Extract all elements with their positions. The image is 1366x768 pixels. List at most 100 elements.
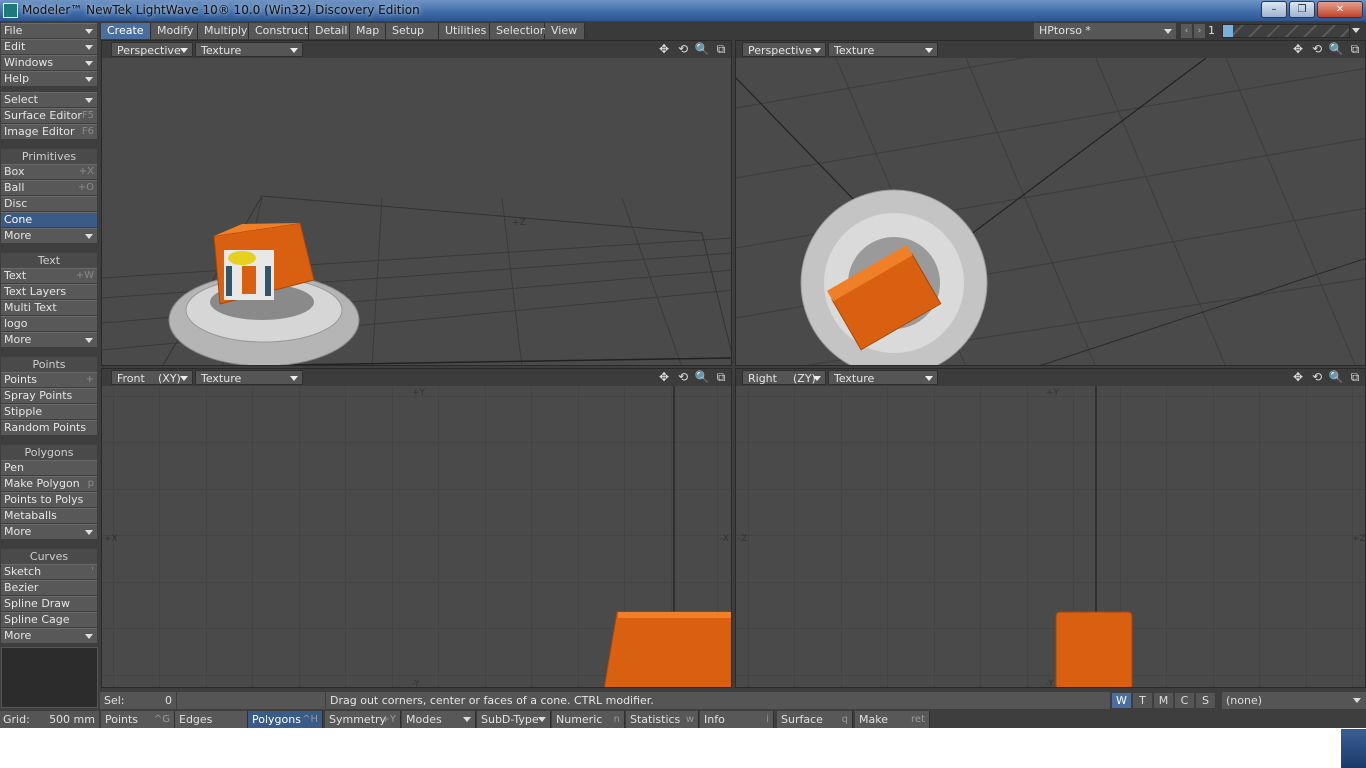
make-polygon-button[interactable]: Make Polygon p: [1, 476, 97, 491]
more-text-button[interactable]: More: [1, 332, 97, 347]
bezier-button[interactable]: Bezier: [1, 580, 97, 595]
text-button[interactable]: Text +W: [1, 268, 97, 283]
edges-mode-button[interactable]: Edges: [175, 711, 248, 728]
menu-edit[interactable]: Edit: [1, 39, 97, 54]
close-button[interactable]: ✕: [1317, 1, 1363, 18]
wtm-t-button[interactable]: T: [1133, 693, 1152, 708]
shading-dropdown[interactable]: Texture: [195, 42, 303, 57]
pen-button[interactable]: Pen: [1, 460, 97, 475]
menu-help[interactable]: Help: [1, 71, 97, 86]
wtm-c-button[interactable]: C: [1175, 693, 1194, 708]
make-button[interactable]: Make ret: [855, 711, 930, 728]
box-button[interactable]: Box +X: [1, 164, 97, 179]
image-editor-button[interactable]: Image Editor F6: [1, 124, 97, 139]
logo-button[interactable]: logo: [1, 316, 97, 331]
symmetry-button[interactable]: Symmetry +Y: [325, 711, 401, 728]
viewport-canvas[interactable]: +Y -Y +X -X: [102, 386, 731, 687]
view-type-dropdown[interactable]: Perspective: [111, 42, 193, 57]
stipple-button[interactable]: Stipple: [1, 404, 97, 419]
wtm-m-button[interactable]: M: [1154, 693, 1173, 708]
statistics-button[interactable]: Statistics w: [626, 711, 699, 728]
viewport-canvas[interactable]: [736, 58, 1365, 365]
next-layer-button[interactable]: ›: [1194, 24, 1205, 38]
rotate-view-icon[interactable]: ⟲: [1309, 42, 1325, 57]
tab-detail[interactable]: Detail: [309, 23, 350, 39]
move-view-icon[interactable]: ✥: [1290, 42, 1306, 57]
ball-button[interactable]: Ball +O: [1, 180, 97, 195]
tab-multiply[interactable]: Multiply: [198, 23, 249, 39]
move-view-icon[interactable]: ✥: [656, 42, 672, 57]
viewport-top-right[interactable]: Perspective Texture ✥ ⟲ 🔍 ⧉: [735, 40, 1366, 366]
surface-button[interactable]: Surface q: [777, 711, 853, 728]
taskbar-button[interactable]: [1341, 729, 1366, 768]
rotate-view-icon[interactable]: ⟲: [1309, 370, 1325, 385]
surface-editor-button[interactable]: Surface Editor F5: [1, 108, 97, 123]
move-view-icon[interactable]: ✥: [656, 370, 672, 385]
move-view-icon[interactable]: ✥: [1290, 370, 1306, 385]
tab-modify[interactable]: Modify: [151, 23, 198, 39]
view-type-dropdown[interactable]: Perspective: [742, 42, 826, 57]
text-layers-button[interactable]: Text Layers: [1, 284, 97, 299]
wtm-w-button[interactable]: W: [1112, 693, 1131, 708]
more-polygons-button[interactable]: More: [1, 524, 97, 539]
menu-windows[interactable]: Windows: [1, 55, 97, 70]
subd-type-dropdown[interactable]: SubD-Type: [477, 711, 551, 728]
spline-cage-button[interactable]: Spline Cage: [1, 612, 97, 627]
zoom-view-icon[interactable]: 🔍: [694, 370, 710, 385]
info-button[interactable]: Info i: [700, 711, 774, 728]
shading-dropdown[interactable]: Texture: [828, 42, 938, 57]
metaballs-button[interactable]: Metaballs: [1, 508, 97, 523]
points-button[interactable]: Points +: [1, 372, 97, 387]
spline-draw-button[interactable]: Spline Draw: [1, 596, 97, 611]
rotate-view-icon[interactable]: ⟲: [675, 370, 691, 385]
layer-strip[interactable]: [1222, 24, 1350, 38]
maximize-view-icon[interactable]: ⧉: [1347, 370, 1363, 385]
tab-selection[interactable]: Selection: [490, 23, 547, 39]
shading-dropdown[interactable]: Texture: [828, 370, 938, 385]
points-to-polys-button[interactable]: Points to Polys: [1, 492, 97, 507]
viewport-bottom-left[interactable]: Front (XY) Texture ✥ ⟲ 🔍 ⧉ +Y -Y +X -X: [101, 368, 732, 688]
view-type-dropdown[interactable]: Front (XY): [111, 370, 193, 385]
more-primitives-button[interactable]: More: [1, 228, 97, 243]
rotate-view-icon[interactable]: ⟲: [675, 42, 691, 57]
sketch-button[interactable]: Sketch ': [1, 564, 97, 579]
object-selector[interactable]: HPtorso *: [1034, 23, 1176, 39]
numeric-button[interactable]: Numeric n: [552, 711, 625, 728]
tab-setup[interactable]: Setup: [386, 23, 439, 39]
menu-file[interactable]: File: [1, 23, 97, 38]
viewport-canvas[interactable]: +Z: [102, 58, 731, 365]
minimize-button[interactable]: –: [1261, 1, 1287, 18]
zoom-view-icon[interactable]: 🔍: [1328, 42, 1344, 57]
tab-view[interactable]: View: [545, 23, 585, 39]
viewport-top-left[interactable]: Perspective Texture ✥ ⟲ 🔍 ⧉ +Z: [101, 40, 732, 366]
modes-dropdown[interactable]: Modes: [402, 711, 476, 728]
tab-utilities[interactable]: Utilities: [439, 23, 490, 39]
active-layer[interactable]: [1223, 25, 1233, 37]
zoom-view-icon[interactable]: 🔍: [694, 42, 710, 57]
maximize-view-icon[interactable]: ⧉: [1347, 42, 1363, 57]
wtm-s-button[interactable]: S: [1196, 693, 1215, 708]
view-type-dropdown[interactable]: Right (ZY): [742, 370, 826, 385]
tab-create[interactable]: Create: [101, 23, 151, 39]
tab-map[interactable]: Map: [350, 23, 386, 39]
viewport-canvas[interactable]: +Y -Y -Z +Z: [736, 386, 1365, 687]
shading-dropdown[interactable]: Texture: [195, 370, 303, 385]
layer-dropdown-icon[interactable]: [1352, 28, 1360, 33]
disc-button[interactable]: Disc: [1, 196, 97, 211]
select-button[interactable]: Select: [1, 92, 97, 107]
more-curves-button[interactable]: More: [1, 628, 97, 643]
viewport-bottom-right[interactable]: Right (ZY) Texture ✥ ⟲ 🔍 ⧉ +Y -Y -Z +Z: [735, 368, 1366, 688]
points-mode-button[interactable]: Points ^G: [101, 711, 175, 728]
tab-construct[interactable]: Construct: [249, 23, 309, 39]
spray-points-button[interactable]: Spray Points: [1, 388, 97, 403]
maximize-view-icon[interactable]: ⧉: [713, 370, 729, 385]
maximize-view-icon[interactable]: ⧉: [713, 42, 729, 57]
multi-text-button[interactable]: Multi Text: [1, 300, 97, 315]
maximize-button[interactable]: ❐: [1289, 1, 1315, 18]
zoom-view-icon[interactable]: 🔍: [1328, 370, 1344, 385]
polygons-mode-button[interactable]: Polygons ^H: [248, 711, 323, 728]
surface-dropdown[interactable]: (none): [1222, 692, 1366, 709]
prev-layer-button[interactable]: ‹: [1181, 24, 1192, 38]
random-points-button[interactable]: Random Points: [1, 420, 97, 435]
cone-button[interactable]: Cone: [1, 212, 97, 227]
